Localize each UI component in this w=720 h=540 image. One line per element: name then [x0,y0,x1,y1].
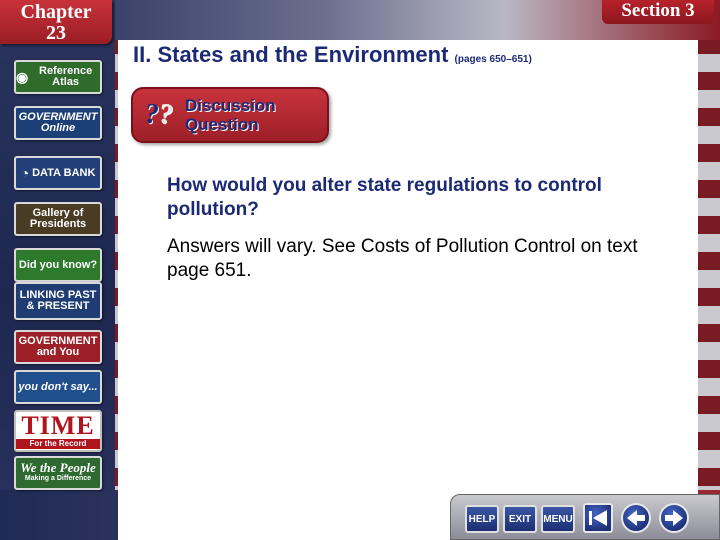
page-reference: (pages 650–651) [454,54,532,65]
nav-label: We the People [20,460,96,475]
nav-label: LINKING PAST & PRESENT [19,289,97,312]
nav-label: GOVERNMENT and You [18,335,98,358]
chapter-number: 23 [46,22,66,44]
pie-chart-icon: ◔ [20,164,30,181]
nav-label: Did you know? [18,258,98,271]
nav-government-online-button[interactable]: GOVERNMENT Online [14,106,102,140]
page-title: II. States and the Environment (pages 65… [133,42,532,68]
nav-government-and-you-button[interactable]: GOVERNMENT and You [14,330,102,364]
nav-label: Reference Atlas [39,65,93,88]
nav-did-you-know-button[interactable]: Did you know? [14,248,102,282]
answer-text: Answers will vary. See Costs of Pollutio… [167,236,638,281]
discussion-question-badge: ?? Discussion Question [131,87,329,143]
chapter-tab[interactable]: Chapter 23 [0,0,112,44]
nav-label: GOVERNMENT Online [18,111,98,134]
badge-label: Discussion Question [185,96,276,134]
arrow-left-icon [627,510,645,526]
time-logo: TIME [21,411,95,440]
nav-label: you don't say... [18,380,98,393]
globe-icon: ◉ [16,68,29,85]
time-subtitle: For the Record [16,439,100,449]
question-mark-icon: ?? [145,99,173,130]
nav-time-button[interactable]: TIME For the Record [14,410,102,452]
badge-label-line2: Question [185,115,259,134]
chapter-label: Chapter [20,1,92,23]
nav-label: Gallery of Presidents [29,207,87,230]
next-slide-button[interactable] [659,503,689,533]
previous-slide-button[interactable] [621,503,651,533]
nav-linking-past-present-button[interactable]: LINKING PAST & PRESENT [14,282,102,320]
nav-data-bank-button[interactable]: ◔ DATA BANK [14,156,102,190]
title-text: II. States and the Environment [133,42,449,67]
menu-button[interactable]: MENU [541,505,575,533]
nav-reference-atlas-button[interactable]: ◉ Reference Atlas [14,60,102,94]
section-tab[interactable]: Section 3 [602,0,714,24]
nav-we-the-people-button[interactable]: We the People Making a Difference [14,456,102,490]
help-button[interactable]: HELP [465,505,499,533]
first-slide-button[interactable] [583,503,613,533]
nav-sublabel: Making a Difference [24,475,92,482]
discussion-question-text: How would you alter state regulations to… [167,175,602,220]
badge-label-line1: Discussion [185,96,276,115]
skip-back-icon [589,510,607,526]
exit-button[interactable]: EXIT [503,505,537,533]
nav-label: DATA BANK [32,166,96,179]
arrow-right-icon [665,510,683,526]
nav-you-dont-say-button[interactable]: you don't say... [14,370,102,404]
bottom-toolbar: HELP EXIT MENU [450,494,720,540]
nav-gallery-presidents-button[interactable]: Gallery of Presidents [14,202,102,236]
